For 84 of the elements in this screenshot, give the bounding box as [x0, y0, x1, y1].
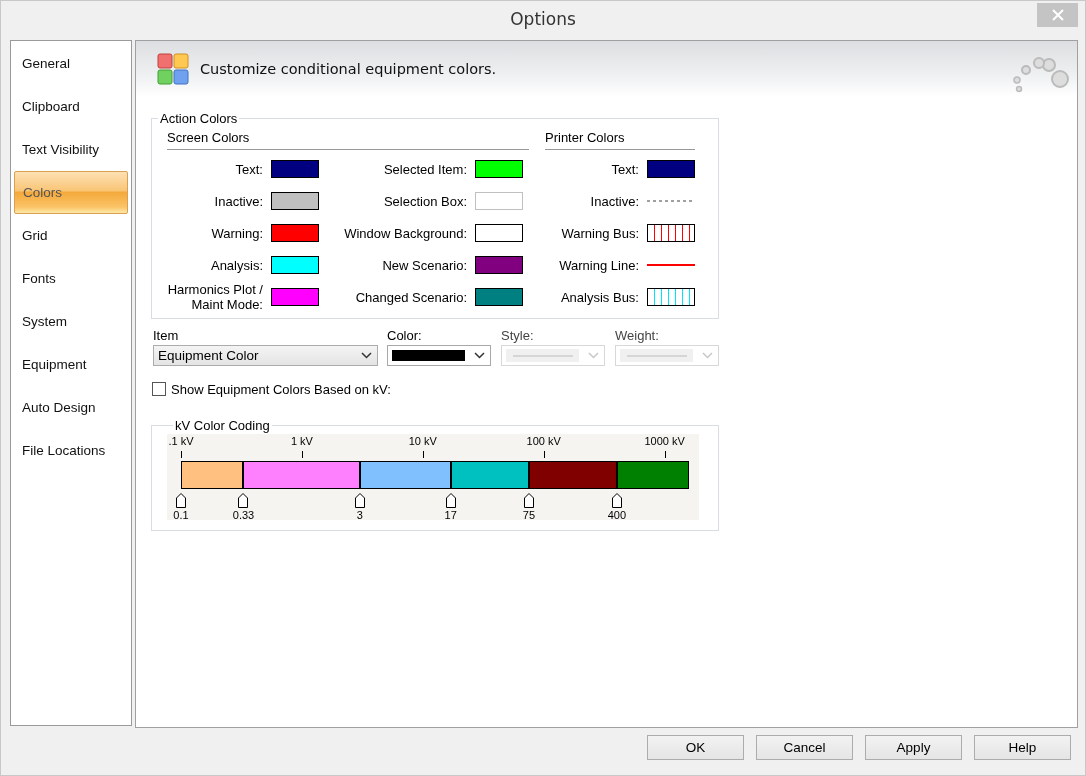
group-title: Action Colors [159, 111, 239, 126]
color-swatch[interactable] [475, 224, 523, 242]
color-label: Warning: [210, 225, 263, 241]
bus-sample[interactable] [647, 288, 695, 306]
scale-tick [422, 451, 424, 458]
scale-tick [664, 451, 666, 458]
color-swatch[interactable] [271, 224, 319, 242]
color-label: Selected Item: [382, 161, 467, 177]
threshold-label: 0.1 [173, 509, 189, 521]
sidebar-item[interactable]: System [14, 300, 128, 343]
color-label: Harmonics Plot / Maint Mode: [167, 282, 263, 312]
threshold-label: 75 [522, 509, 536, 521]
dialog-button[interactable]: OK [647, 735, 744, 760]
color-swatch[interactable] [271, 288, 319, 306]
threshold-label: 400 [607, 509, 627, 521]
color-label: Analysis: [209, 257, 263, 273]
slider-handle[interactable] [523, 493, 534, 508]
color-label: Warning Line: [558, 257, 639, 273]
color-label: Inactive: [213, 193, 263, 209]
threshold-label: 0.33 [232, 509, 255, 521]
sidebar-item[interactable]: Auto Design [14, 386, 128, 429]
color-swatch[interactable] [271, 192, 319, 210]
color-dropdown[interactable] [387, 345, 491, 366]
caret-icon [702, 352, 713, 359]
color-label: Changed Scenario: [354, 289, 467, 305]
scale-label: 10 kV [408, 435, 437, 447]
scale-label: 100 kV [526, 435, 561, 447]
header-text: Customize conditional equipment colors. [200, 61, 497, 77]
sidebar-item[interactable]: Grid [14, 214, 128, 257]
caret-icon [588, 352, 599, 359]
threshold-label: 3 [356, 509, 363, 521]
caret-icon [474, 352, 485, 359]
color-swatch[interactable] [475, 288, 523, 306]
scale-tick [181, 451, 182, 458]
color-swatch[interactable] [475, 160, 523, 178]
section-heading: Printer Colors [545, 130, 695, 150]
dialog-button[interactable]: Help [974, 735, 1071, 760]
slider-handle[interactable] [611, 493, 622, 508]
close-icon [1051, 9, 1064, 21]
color-swatch[interactable] [271, 256, 319, 274]
bus-sample[interactable] [647, 224, 695, 242]
color-label: Inactive: [589, 193, 639, 209]
sidebar-item[interactable]: Equipment [14, 343, 128, 386]
color-label: New Scenario: [381, 257, 467, 273]
color-label: Analysis Bus: [559, 289, 639, 305]
scale-tick [301, 451, 303, 458]
scale-tick [543, 451, 545, 458]
color-swatch[interactable] [475, 256, 523, 274]
field-label: Item [153, 328, 180, 345]
sidebar-item[interactable]: Clipboard [14, 85, 128, 128]
slider-handle[interactable] [238, 493, 249, 508]
field-label: Style: [501, 328, 535, 345]
color-label: Text: [610, 161, 639, 177]
slider-handle[interactable] [445, 493, 456, 508]
field-label: Color: [387, 328, 423, 345]
color-swatch[interactable] [647, 160, 695, 178]
slider-handle[interactable] [176, 493, 186, 508]
dialog-button[interactable]: Cancel [756, 735, 853, 760]
color-label: Window Background: [343, 225, 467, 241]
sidebar-item[interactable]: File Locations [14, 429, 128, 472]
field-label: Weight: [615, 328, 660, 345]
scale-label: 1 kV [290, 435, 313, 447]
group-title: kV Color Coding [174, 418, 271, 433]
sidebar-item[interactable]: Text Visibility [14, 128, 128, 171]
checkbox-label: Show Equipment Colors Based on kV: [171, 381, 391, 397]
section-heading: Screen Colors [167, 130, 529, 150]
threshold-label: 17 [444, 509, 457, 521]
sidebar-item[interactable]: Fonts [14, 257, 128, 300]
window-title: Options [510, 9, 576, 29]
checkbox[interactable] [152, 382, 166, 396]
color-label: Text: [234, 161, 263, 177]
color-label: Selection Box: [382, 193, 467, 209]
dashed-line-sample[interactable] [647, 200, 695, 202]
scale-label: 1000 kV [644, 435, 685, 447]
color-swatch[interactable] [271, 160, 319, 178]
sidebar-item[interactable]: General [14, 42, 128, 85]
slider-handle[interactable] [354, 493, 365, 508]
sidebar-item[interactable]: Colors [14, 171, 128, 214]
color-grid-icon [157, 53, 189, 85]
caret-icon [361, 352, 372, 359]
color-label: Warning Bus: [560, 225, 639, 241]
scale-label: .1 kV [168, 435, 194, 447]
item-dropdown[interactable]: Equipment Color [153, 345, 378, 366]
dialog-button[interactable]: Apply [865, 735, 962, 760]
